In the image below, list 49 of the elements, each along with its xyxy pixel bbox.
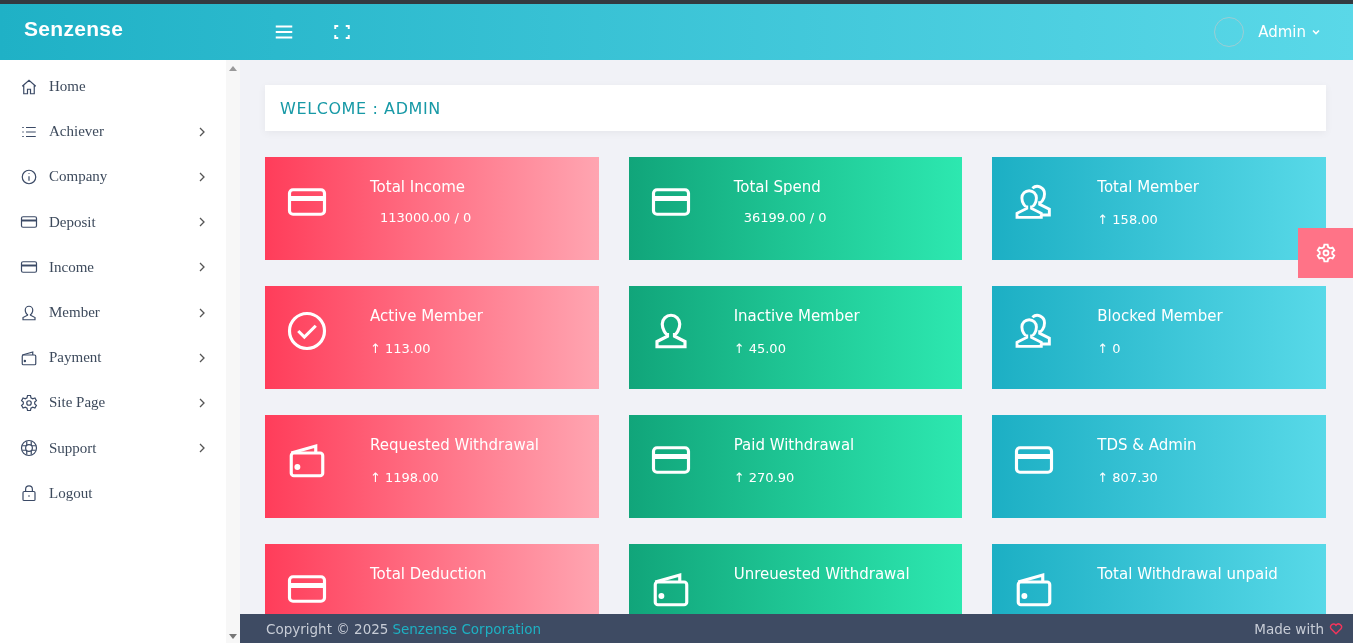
heart-icon <box>1329 622 1343 635</box>
card-title: Paid Withdrawal <box>733 436 855 454</box>
card-title: Active Member <box>370 307 483 325</box>
card-value: ↑ 807.30 <box>1097 470 1159 485</box>
scroll-up-icon[interactable] <box>229 66 237 71</box>
card-value: 36199.00 / 0 <box>743 210 827 225</box>
card-value: ↑ 270.90 <box>733 470 796 485</box>
sidebar-item[interactable]: Payment <box>0 335 226 381</box>
info-icon <box>20 167 38 186</box>
card-title: Total Deduction <box>370 565 487 583</box>
card-value: ↑ 0 <box>1097 341 1122 356</box>
card-value: ↑ 45.00 <box>733 341 787 356</box>
card-value: 113000.00 / 0 <box>380 210 472 225</box>
sidebar-item[interactable]: Site Page <box>0 380 226 426</box>
chevron-down-icon <box>1311 27 1321 37</box>
card-title: Blocked Member <box>1097 307 1223 325</box>
sidebar-item[interactable]: Company <box>0 154 226 200</box>
lifebuoy-icon <box>20 439 38 458</box>
card-title: Total Member <box>1097 178 1199 196</box>
card-title: Requested Withdrawal <box>370 436 539 454</box>
card-title: Unreuested Withdrawal <box>733 565 910 583</box>
card-title: Total Withdrawal unpaid <box>1097 565 1278 583</box>
home-icon <box>20 77 38 96</box>
sidebar-item[interactable]: Home <box>0 64 226 110</box>
sidebar-item[interactable]: Income <box>0 244 226 290</box>
fullscreen-icon <box>333 23 351 41</box>
sidebar-item[interactable]: Deposit <box>0 199 226 245</box>
card-value: ↑ 1198.00 <box>370 470 440 485</box>
copyright-text: Copyright © 2025 <box>266 620 389 637</box>
settings-icon <box>20 393 38 412</box>
settings-icon <box>1315 243 1336 263</box>
sidebar-item[interactable]: Logout <box>0 470 226 516</box>
card-title: Inactive Member <box>733 307 860 325</box>
user-icon <box>20 303 38 322</box>
check-circle-icon <box>286 310 328 352</box>
card-title: Total Income <box>370 178 466 196</box>
welcome-text: WELCOME : ADMIN <box>280 98 441 118</box>
lock-icon <box>20 484 38 503</box>
made-with-text: Made with <box>1254 620 1324 637</box>
card-title: TDS & Admin <box>1097 436 1197 454</box>
settings-button[interactable] <box>1298 228 1353 278</box>
sidebar-item[interactable]: Support <box>0 425 226 471</box>
sidebar-item[interactable]: Member <box>0 289 226 336</box>
card-title: Total Spend <box>733 178 822 196</box>
card-value: ↑ 158.00 <box>1097 212 1159 227</box>
scroll-down-icon[interactable] <box>229 634 237 639</box>
sidebar-item[interactable]: Achiever <box>0 109 226 155</box>
card-value: ↑ 113.00 <box>370 341 432 356</box>
wallet-icon <box>20 348 38 367</box>
